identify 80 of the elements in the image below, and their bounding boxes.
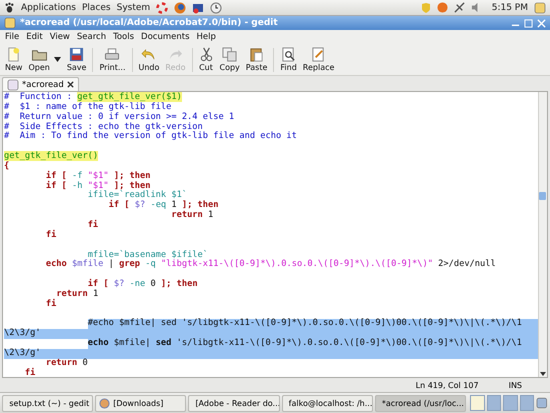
clock[interactable]: 5:15 PM bbox=[492, 2, 528, 12]
globe-icon[interactable] bbox=[174, 2, 186, 14]
code-line: mfile=`basename $ifile` bbox=[88, 250, 208, 260]
document-tab[interactable]: *acroread bbox=[2, 77, 79, 91]
tab-label: *acroread bbox=[22, 80, 64, 90]
code-line: { bbox=[3, 162, 10, 172]
toolbar-button[interactable]: Find bbox=[277, 47, 300, 72]
workspace-switcher[interactable] bbox=[486, 395, 502, 411]
menu-item[interactable]: Documents bbox=[141, 32, 190, 42]
document-icon bbox=[7, 78, 19, 90]
undo-arrow-icon bbox=[141, 47, 156, 62]
toolbar-button[interactable]: Copy bbox=[216, 47, 243, 72]
text-editor[interactable] bbox=[2, 91, 548, 378]
menu-item[interactable]: Help bbox=[196, 32, 216, 42]
envelope-icon[interactable] bbox=[192, 2, 204, 14]
workspace-switcher[interactable] bbox=[520, 395, 534, 411]
foot-icon[interactable] bbox=[4, 2, 15, 13]
toolbar-button[interactable]: New bbox=[2, 47, 26, 72]
desktop-icon bbox=[536, 397, 548, 409]
lifebuoy-icon[interactable] bbox=[156, 2, 168, 14]
code-line: fi bbox=[24, 368, 36, 377]
task-label: falko@localhost: /h... bbox=[288, 398, 372, 408]
menu-item[interactable]: View bbox=[50, 32, 70, 42]
clipboard-icon bbox=[249, 47, 264, 62]
menu-item[interactable]: Tools bbox=[113, 32, 134, 42]
code-line: if [ -f "$1" ]; then bbox=[44, 172, 152, 181]
code-line: # Function : get_gtk_file_ver($1) bbox=[3, 93, 183, 102]
maximize-icon[interactable] bbox=[524, 18, 533, 28]
window-title: *acroread (/usr/local/Adobe/Acrobat7.0/bin) - gedit bbox=[20, 18, 278, 28]
code-line: # Aim : To find the version of gtk-lib file and echo it bbox=[3, 132, 298, 142]
code-line: fi bbox=[86, 220, 100, 231]
taskbar-button[interactable]: [Downloads] bbox=[95, 394, 186, 412]
menu-item[interactable]: Edit bbox=[26, 32, 43, 42]
insert-mode: INS bbox=[508, 380, 522, 390]
help-icon[interactable] bbox=[436, 2, 448, 13]
cursor-position: Ln 419, Col 107 bbox=[416, 380, 479, 390]
taskbar-button[interactable]: falko@localhost: /h... bbox=[282, 394, 373, 412]
panel-menu[interactable]: Applications bbox=[21, 2, 76, 12]
code-line: fi bbox=[44, 300, 58, 310]
task-label: [Downloads] bbox=[113, 398, 164, 408]
toolbar-button[interactable]: Replace bbox=[300, 47, 338, 72]
code-line: ifile=`readlink $1` bbox=[86, 191, 188, 200]
menu-item[interactable]: Search bbox=[76, 32, 106, 42]
code-line: return 1 bbox=[56, 290, 100, 300]
panel-menu[interactable]: Places bbox=[82, 2, 111, 12]
toolbar-button[interactable]: Cut bbox=[196, 47, 216, 72]
printer-icon bbox=[104, 47, 120, 62]
toolbar-button[interactable]: Open bbox=[25, 47, 64, 72]
code-line: if [ -h "$1" ]; then bbox=[44, 182, 150, 191]
workspace-switcher[interactable] bbox=[503, 395, 518, 411]
toolbar-button[interactable]: Paste bbox=[242, 47, 270, 72]
code-line: echo $mfile | grep -q "libgtk-x11-\([0-9]*\).0.so.0.\([0-9]*\).\([0-9]*\)" 2>/dev/null bbox=[44, 260, 497, 270]
search-icon bbox=[281, 47, 296, 62]
task-label: *acroread (/usr/loc... bbox=[382, 398, 464, 408]
code-line: # Side Effects : echo the gtk-version bbox=[3, 122, 203, 132]
toolbar-button[interactable]: Save bbox=[64, 47, 90, 72]
code-line: fi bbox=[44, 230, 58, 241]
workspace-switcher[interactable] bbox=[470, 395, 485, 411]
clock-icon[interactable] bbox=[210, 2, 222, 14]
code-line: if [ $? -eq 1 ]; then bbox=[108, 201, 220, 210]
toolbar-button[interactable]: Print... bbox=[96, 47, 128, 72]
panel-menu[interactable]: System bbox=[116, 2, 150, 12]
taskbar-button[interactable]: *acroread (/usr/loc... bbox=[374, 394, 466, 412]
dropdown-caret-icon[interactable] bbox=[54, 57, 61, 62]
task-label: setup.txt (~) - gedit bbox=[9, 398, 90, 408]
replace-icon bbox=[311, 47, 326, 62]
globe-icon bbox=[99, 398, 110, 408]
close-icon[interactable] bbox=[66, 81, 74, 88]
taskbar-button[interactable]: setup.txt (~) - gedit bbox=[2, 394, 94, 412]
scroll-bar[interactable] bbox=[538, 92, 547, 377]
code-line: # Return value : 0 if version >= 2.4 else 1 bbox=[3, 112, 236, 122]
new-document-icon bbox=[6, 47, 22, 62]
code-line: # $1 : name of the gtk-lib file bbox=[3, 102, 172, 112]
code-line: return 0 bbox=[44, 358, 89, 369]
code-line: if [ $? -ne 0 ]; then bbox=[86, 280, 199, 290]
code-line: return 1 bbox=[170, 211, 214, 221]
toolbar-button[interactable]: Undo bbox=[136, 47, 162, 72]
scissors-icon bbox=[198, 47, 214, 62]
copy-icon bbox=[222, 47, 238, 62]
menu-item[interactable]: File bbox=[5, 32, 20, 42]
